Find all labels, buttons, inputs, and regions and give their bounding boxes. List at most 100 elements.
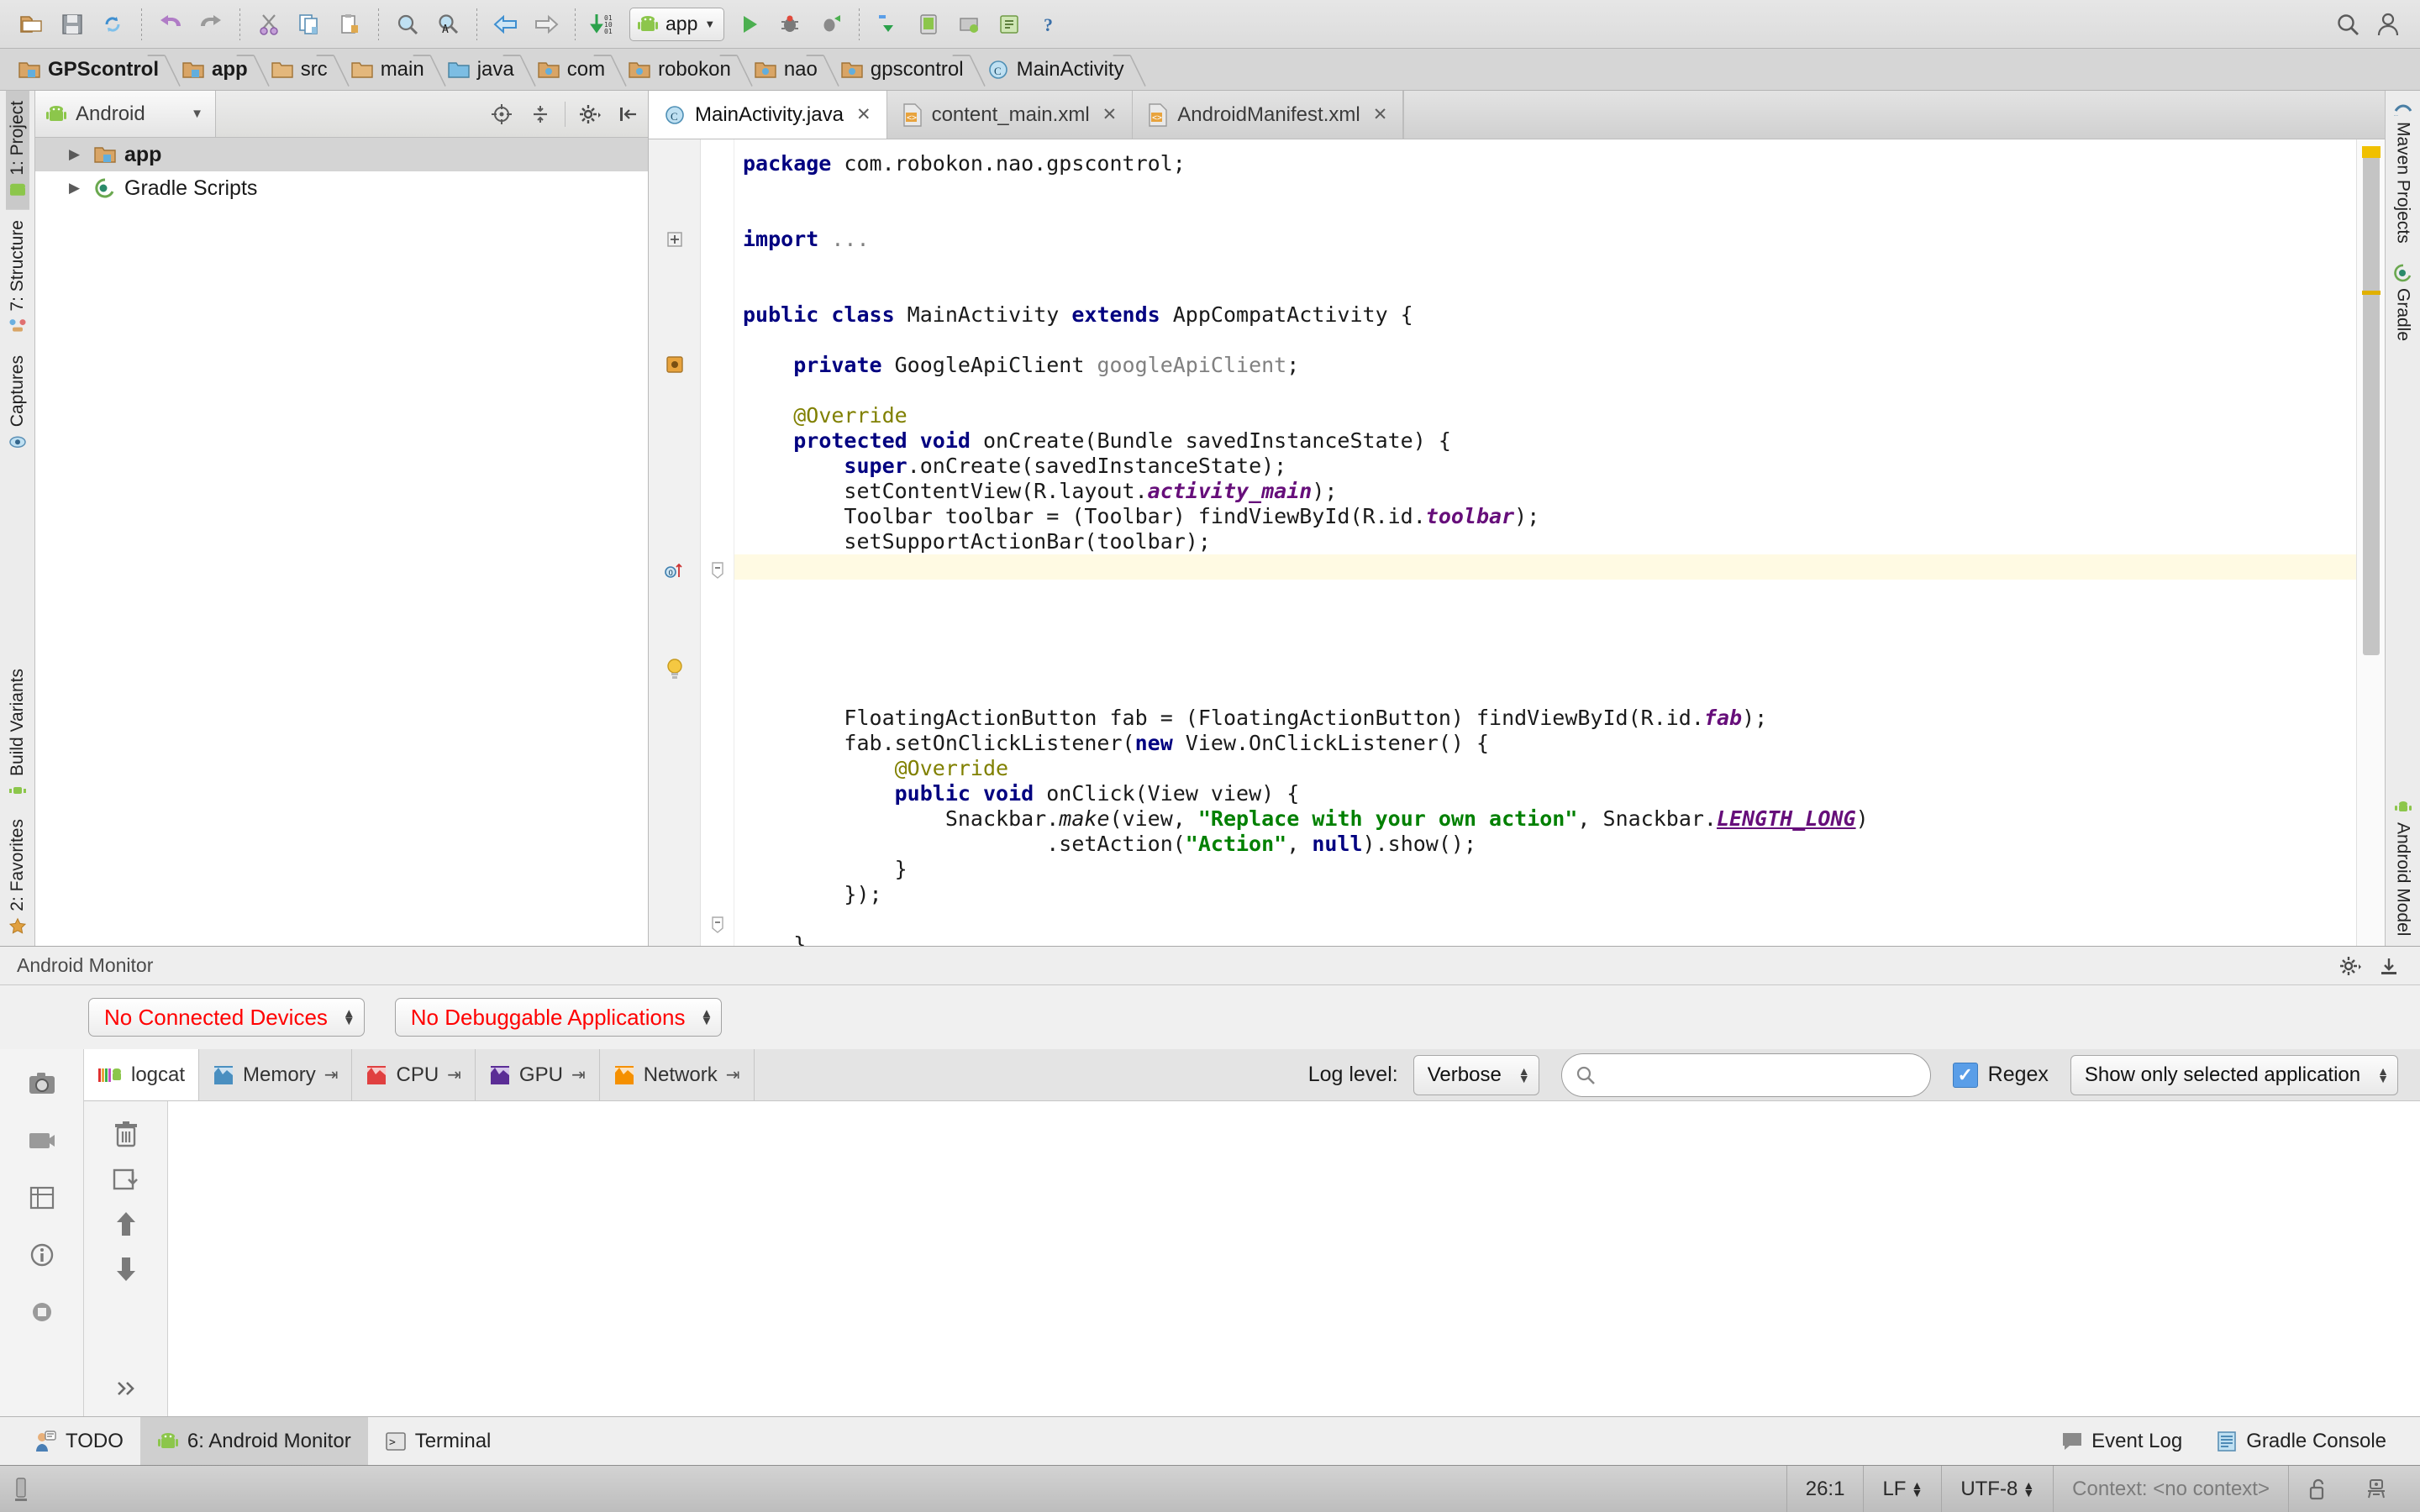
close-icon[interactable]: ✕ [1373,104,1388,125]
breadcrumb-item-app[interactable]: app [172,49,261,90]
breadcrumb-item-main[interactable]: main [341,49,438,90]
regex-checkbox-group[interactable]: ✓ Regex [1952,1062,2049,1088]
open-folder-icon[interactable] [12,6,52,43]
log-level-selector[interactable]: Verbose ▲ ▼ [1413,1054,1539,1095]
close-icon[interactable]: ✕ [856,104,871,125]
bottom-tab-android-monitor[interactable]: 6: Android Monitor [139,1417,368,1465]
logcat-output[interactable] [168,1101,2420,1416]
compile-icon[interactable]: 01 10 01 [584,6,624,43]
override-method-marker-icon[interactable]: O [649,558,701,583]
project-structure-icon[interactable] [989,6,1029,43]
paste-icon[interactable] [329,6,370,43]
tab-gpu[interactable]: GPU ⇥ [476,1049,600,1100]
scrollbar-thumb[interactable] [2363,151,2380,655]
fold-plus-icon[interactable] [649,227,701,252]
editor-gutter[interactable]: O I [649,139,701,946]
screenshot-camera-icon[interactable] [18,1063,66,1105]
detach-icon[interactable]: ⇥ [571,1064,586,1085]
warning-stripe-mark[interactable] [2362,146,2381,158]
tab-memory[interactable]: Memory ⇥ [199,1049,353,1100]
inspection-face-icon[interactable] [2346,1466,2407,1512]
sidebar-item-captures[interactable]: Captures [6,345,29,461]
breadcrumb-item-java[interactable]: java [438,49,528,90]
user-icon[interactable] [2368,6,2408,43]
logcat-search-input[interactable] [1603,1063,1917,1087]
stepper-arrows-icon[interactable]: ▲ ▼ [1518,1065,1530,1084]
encoding-selector[interactable]: UTF-8 ▲ ▼ [1942,1466,2053,1512]
clear-logcat-trash-icon[interactable] [113,1120,139,1148]
sidebar-item-maven-projects[interactable]: m Maven Projects [2391,91,2415,254]
unlock-icon[interactable] [2289,1466,2346,1512]
tab-content-main-xml[interactable]: <> content_main.xml ✕ [886,91,1134,139]
breadcrumb-item-nao[interactable]: nao [744,49,831,90]
tab-logcat[interactable]: logcat [84,1049,200,1100]
run-icon[interactable] [729,6,770,43]
sdk-manager-icon[interactable] [949,6,989,43]
sidebar-item-android-model[interactable]: Android Model [2391,790,2415,946]
bottom-tab-event-log[interactable]: Event Log [2044,1417,2199,1465]
sidebar-item-project[interactable]: 1: Project [5,91,29,210]
help-icon[interactable]: ? [1029,6,1070,43]
app-filter-selector[interactable]: Show only selected application ▲ ▼ [2070,1054,2398,1095]
sidebar-item-build-variants[interactable]: Build Variants [6,659,29,809]
sidebar-item-gradle[interactable]: Gradle [2391,254,2415,351]
bottom-tab-terminal[interactable]: > Terminal [368,1417,508,1465]
expand-arrow-icon[interactable]: ▶ [69,146,86,163]
attach-debugger-icon[interactable] [810,6,850,43]
more-chevrons-icon[interactable] [113,1378,139,1399]
sync-icon[interactable] [92,6,133,43]
breadcrumb-item-mainactivity[interactable]: C MainActivity [977,49,1138,90]
stepper-arrows-icon[interactable]: ▲ ▼ [2377,1065,2389,1084]
error-stripe-scrollbar[interactable] [2356,139,2385,946]
editor-fold-column[interactable] [701,139,734,946]
cut-icon[interactable] [249,6,289,43]
fold-minus-icon[interactable] [701,912,734,937]
stepper-arrows-icon[interactable]: ▲ ▼ [343,1007,355,1027]
tab-network[interactable]: Network ⇥ [600,1049,755,1100]
tree-item-app[interactable]: ▶ app [35,138,648,171]
hide-panel-icon[interactable] [2370,947,2408,985]
redo-icon[interactable] [191,6,231,43]
forward-icon[interactable] [526,6,566,43]
stepper-arrows-icon[interactable]: ▲ ▼ [1911,1479,1923,1499]
breadcrumb-item-com[interactable]: com [528,49,618,90]
logcat-search-box[interactable] [1560,1053,1931,1097]
context-indicator[interactable]: Context: <no context> [2054,1466,2288,1512]
tab-mainactivity-java[interactable]: C MainActivity.java ✕ [649,91,887,139]
find-icon[interactable] [387,6,428,43]
scroll-down-icon[interactable] [113,1256,139,1283]
memory-indicator[interactable] [0,1466,42,1512]
process-selector[interactable]: No Debuggable Applications ▲ ▼ [394,998,723,1037]
detach-icon[interactable]: ⇥ [726,1064,740,1085]
bean-class-marker-icon[interactable] [649,352,701,377]
system-info-icon[interactable] [18,1234,66,1276]
screen-record-icon[interactable] [18,1120,66,1162]
breadcrumb-item-gpscontrol-pkg[interactable]: gpscontrol [831,49,977,90]
bottom-tab-todo[interactable]: TODO [17,1417,140,1465]
stepper-arrows-icon[interactable]: ▲ ▼ [2023,1479,2034,1499]
chevron-down-icon[interactable]: ▼ [704,18,715,30]
tab-cpu[interactable]: CPU ⇥ [352,1049,476,1100]
warning-stripe-mark[interactable] [2362,291,2381,295]
code-text[interactable]: package com.robokon.nao.gpscontrol; impo… [734,139,2356,946]
avd-manager-icon[interactable] [908,6,949,43]
copy-icon[interactable] [289,6,329,43]
project-view-selector[interactable]: Android ▼ [35,91,216,137]
intention-bulb-icon[interactable] [649,656,701,681]
replace-icon[interactable]: A [428,6,468,43]
back-icon[interactable] [486,6,526,43]
collapse-all-icon[interactable] [521,95,560,134]
breadcrumb-item-robokon[interactable]: robokon [618,49,744,90]
settings-gear-icon[interactable] [2331,947,2370,985]
tree-item-gradle-scripts[interactable]: ▶ Gradle Scripts [35,171,648,205]
fold-minus-icon[interactable] [701,558,734,583]
stepper-arrows-icon[interactable]: ▲ ▼ [700,1007,713,1027]
debug-icon[interactable] [770,6,810,43]
caret-position[interactable]: 26:1 [1787,1466,1864,1512]
undo-icon[interactable] [150,6,191,43]
sync-gradle-icon[interactable] [868,6,908,43]
search-icon[interactable] [2328,6,2368,43]
bottom-tab-gradle-console[interactable]: Gradle Console [2199,1417,2403,1465]
tab-androidmanifest-xml[interactable]: <> AndroidManifest.xml ✕ [1133,91,1404,139]
save-all-icon[interactable] [52,6,92,43]
